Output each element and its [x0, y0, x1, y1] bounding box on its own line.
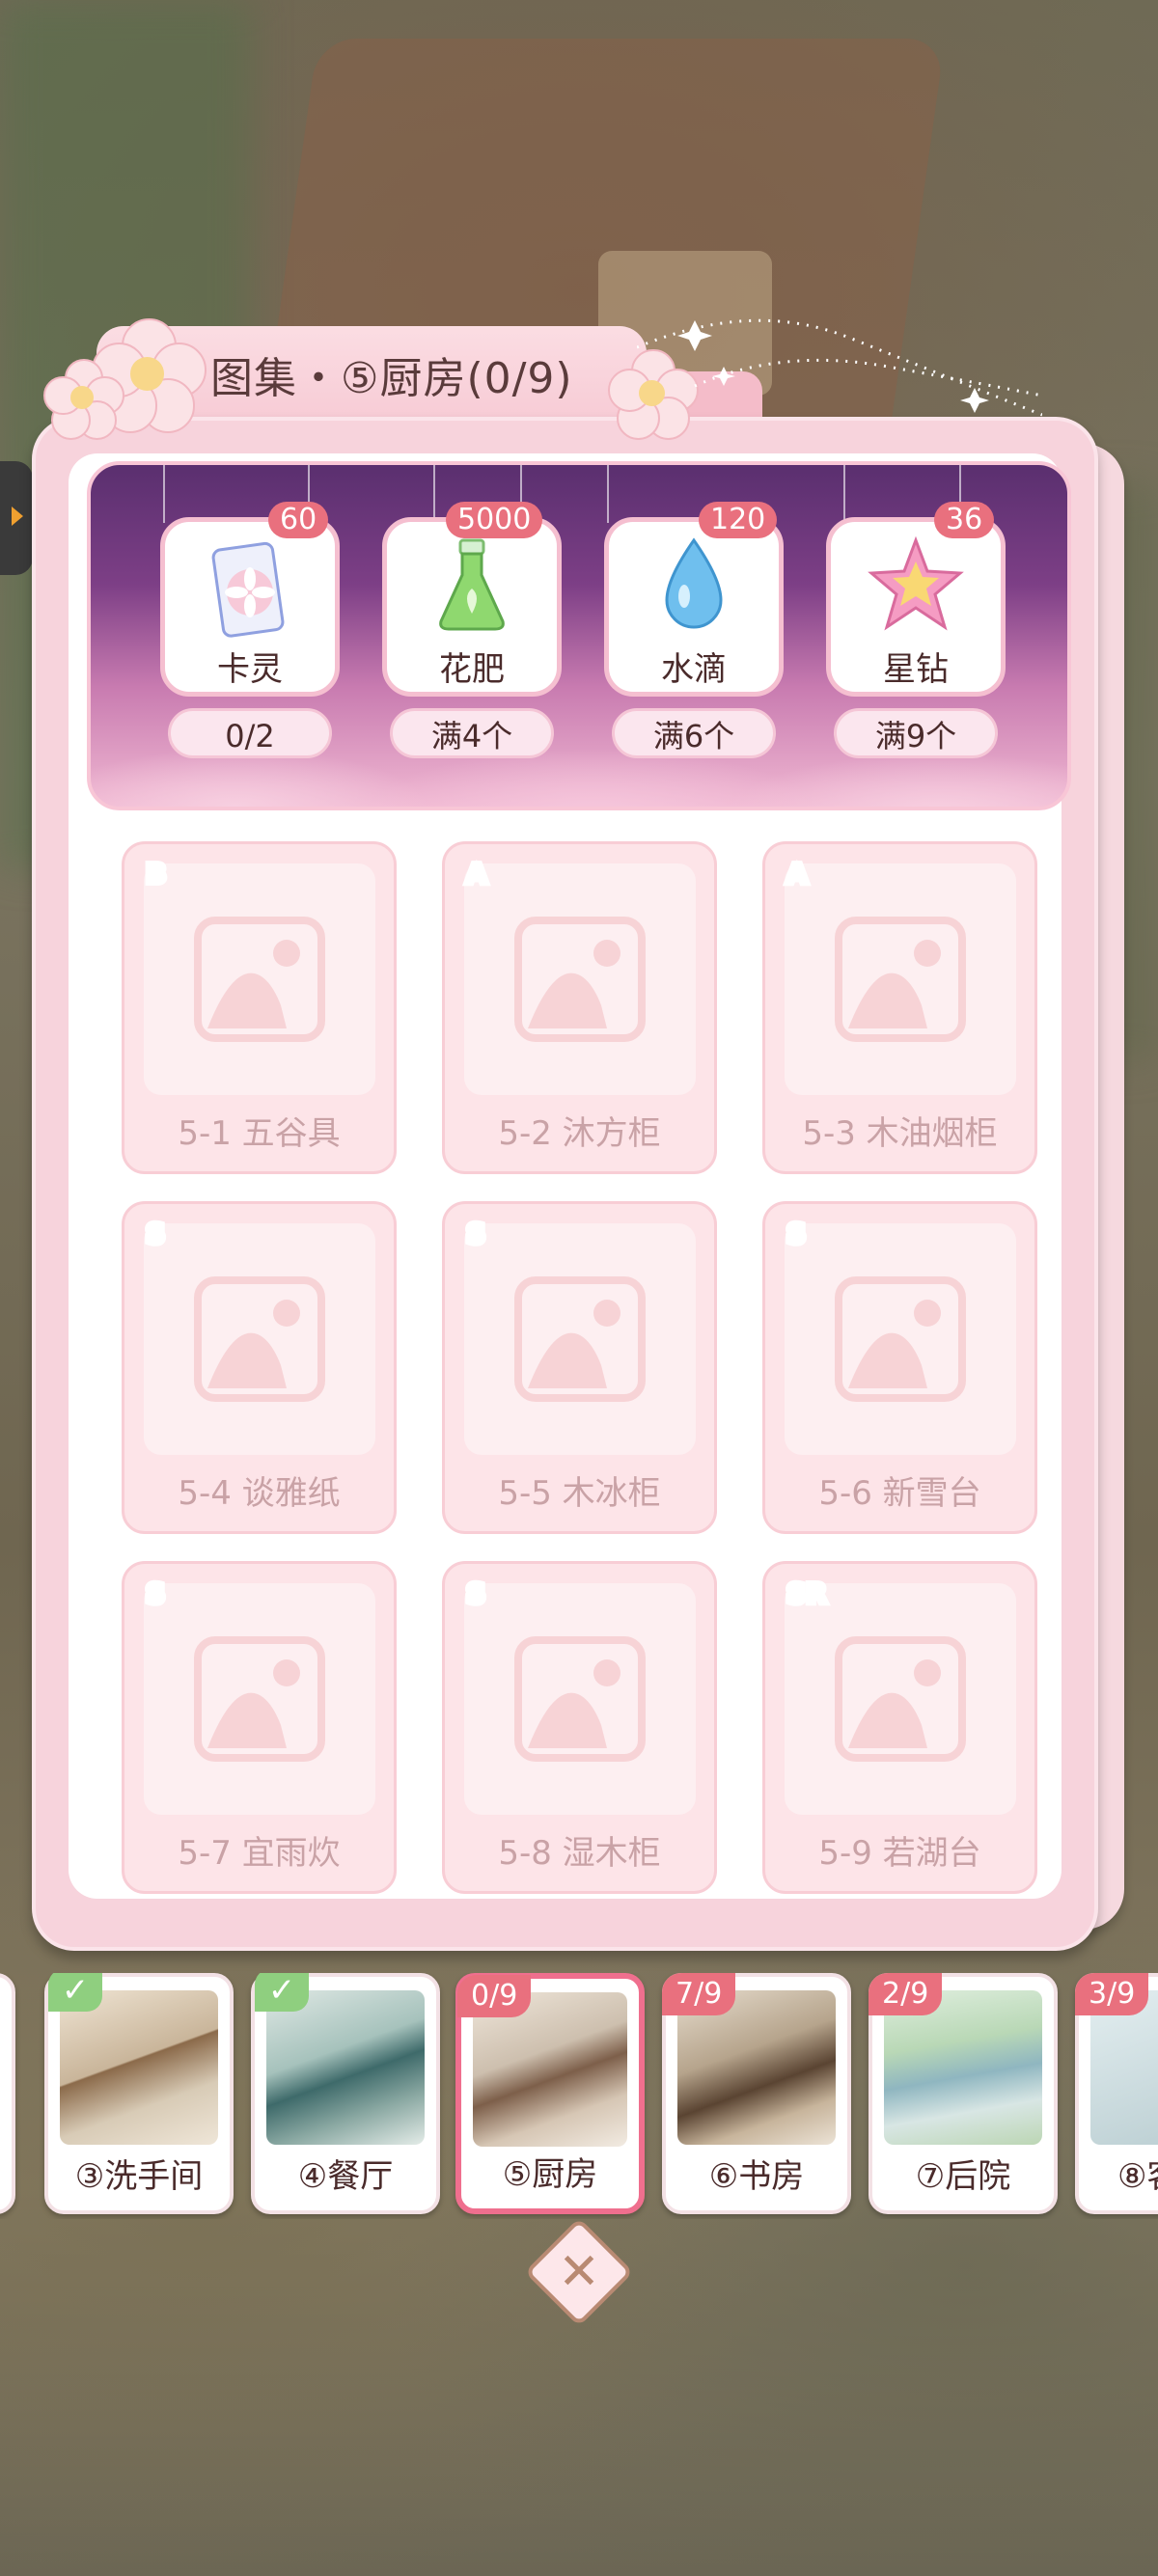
- collection-item[interactable]: S 5-6 新雪台: [762, 1201, 1037, 1534]
- water-drop-icon: [665, 537, 723, 629]
- room-label: ⑧客: [1117, 2157, 1158, 2196]
- page-title: 图集・⑤厨房(0/9): [210, 354, 573, 403]
- reward-condition: 满4个: [390, 708, 554, 758]
- collection-item[interactable]: S 5-5 木冰柜: [442, 1201, 717, 1534]
- room-progress-badge: 2/9: [868, 1973, 943, 2015]
- room-label: ⑥书房: [708, 2157, 805, 2196]
- collection-item[interactable]: S 5-8 湿木柜: [442, 1561, 717, 1894]
- rarity-badge: S: [463, 1215, 488, 1252]
- close-icon[interactable]: ✕: [540, 2233, 618, 2311]
- reward-count-badge: 36: [934, 502, 995, 538]
- reward-count-badge: 5000: [446, 502, 543, 538]
- reward-banner: 卡灵 60 0/2 花肥 5000 满4个 水滴 120 满6个 星钻 36 满…: [87, 461, 1071, 810]
- collection-item[interactable]: A 5-2 沐方柜: [442, 841, 717, 1174]
- rarity-badge: S: [143, 1575, 168, 1612]
- collection-item[interactable]: S 5-7 宜雨炊: [122, 1561, 397, 1894]
- item-label: 5-6 新雪台: [818, 1474, 981, 1513]
- room-tab-strip: ✓ ③洗手间 ✓ ④餐厅 0/9 ⑤厨房 7/9 ⑥书房 2/9 ⑦后院 3/9…: [0, 1973, 1158, 2219]
- item-label: 5-9 若湖台: [818, 1834, 981, 1873]
- rarity-badge: S: [143, 1215, 168, 1252]
- reward-name: 水滴: [661, 650, 727, 689]
- item-label: 5-3 木油烟柜: [802, 1114, 998, 1153]
- star-diamond-icon: [868, 536, 964, 631]
- image-placeholder-icon: [464, 863, 696, 1095]
- room-progress-badge: 7/9: [662, 1973, 736, 2015]
- collection-item[interactable]: SR 5-9 若湖台: [762, 1561, 1037, 1894]
- room-tab-dining[interactable]: ✓ ④餐厅: [251, 1973, 440, 2214]
- room-tab-next[interactable]: 3/9 ⑧客: [1075, 1973, 1158, 2214]
- reward-condition: 满6个: [612, 708, 776, 758]
- room-label: ④餐厅: [297, 2157, 394, 2196]
- reward-name: 星钻: [883, 650, 949, 689]
- reward-name: 卡灵: [217, 650, 283, 689]
- reward-count-badge: 120: [699, 502, 778, 538]
- fertilizer-flask-icon: [439, 538, 505, 631]
- reward-name: 花肥: [439, 650, 505, 689]
- reward-count-badge: 60: [268, 502, 329, 538]
- rarity-badge: A: [784, 855, 811, 892]
- image-placeholder-icon: [785, 1583, 1016, 1815]
- collection-item[interactable]: A 5-3 木油烟柜: [762, 841, 1037, 1174]
- rarity-badge: A: [463, 855, 490, 892]
- item-label: 5-4 谈雅纸: [178, 1474, 341, 1513]
- room-tab-study[interactable]: 7/9 ⑥书房: [662, 1973, 851, 2214]
- item-label: 5-7 宜雨炊: [178, 1834, 341, 1873]
- image-placeholder-icon: [785, 1223, 1016, 1455]
- room-label: ⑤厨房: [502, 2155, 598, 2194]
- side-expand-tab[interactable]: [0, 461, 33, 575]
- room-progress-badge: 0/9: [457, 1975, 532, 2017]
- item-label: 5-1 五谷具: [178, 1114, 341, 1153]
- item-label: 5-5 木冰柜: [498, 1474, 661, 1513]
- room-tab-bathroom[interactable]: ✓ ③洗手间: [44, 1973, 234, 2214]
- rarity-badge: SR: [784, 1575, 830, 1612]
- room-tab-prev[interactable]: [0, 1973, 15, 2214]
- reward-condition: 0/2: [168, 708, 332, 758]
- completed-check-icon: ✓: [48, 1973, 102, 2012]
- image-placeholder-icon: [144, 1223, 375, 1455]
- room-tab-kitchen[interactable]: 0/9 ⑤厨房: [455, 1973, 645, 2214]
- item-label: 5-2 沐方柜: [498, 1114, 661, 1153]
- image-placeholder-icon: [464, 1583, 696, 1815]
- image-placeholder-icon: [464, 1223, 696, 1455]
- room-thumbnail: [60, 1990, 218, 2145]
- item-label: 5-8 湿木柜: [498, 1834, 661, 1873]
- reward-condition: 满9个: [834, 708, 998, 758]
- card-icon: [211, 541, 285, 638]
- image-placeholder-icon: [144, 1583, 375, 1815]
- rarity-badge: B: [143, 855, 169, 892]
- image-placeholder-icon: [144, 863, 375, 1095]
- room-tab-backyard[interactable]: 2/9 ⑦后院: [868, 1973, 1058, 2214]
- rarity-badge: S: [463, 1575, 488, 1612]
- image-placeholder-icon: [785, 863, 1016, 1095]
- star-string-decoration: [637, 318, 1042, 417]
- room-progress-badge: 3/9: [1075, 1973, 1149, 2015]
- room-thumbnail: [266, 1990, 425, 2145]
- room-label: ⑦后院: [915, 2157, 1011, 2196]
- room-label: ③洗手间: [74, 2157, 204, 2196]
- collection-item[interactable]: B 5-1 五谷具: [122, 841, 397, 1174]
- rarity-badge: S: [784, 1215, 809, 1252]
- flower-icon: [43, 359, 124, 440]
- collection-item[interactable]: S 5-4 谈雅纸: [122, 1201, 397, 1534]
- completed-check-icon: ✓: [255, 1973, 309, 2012]
